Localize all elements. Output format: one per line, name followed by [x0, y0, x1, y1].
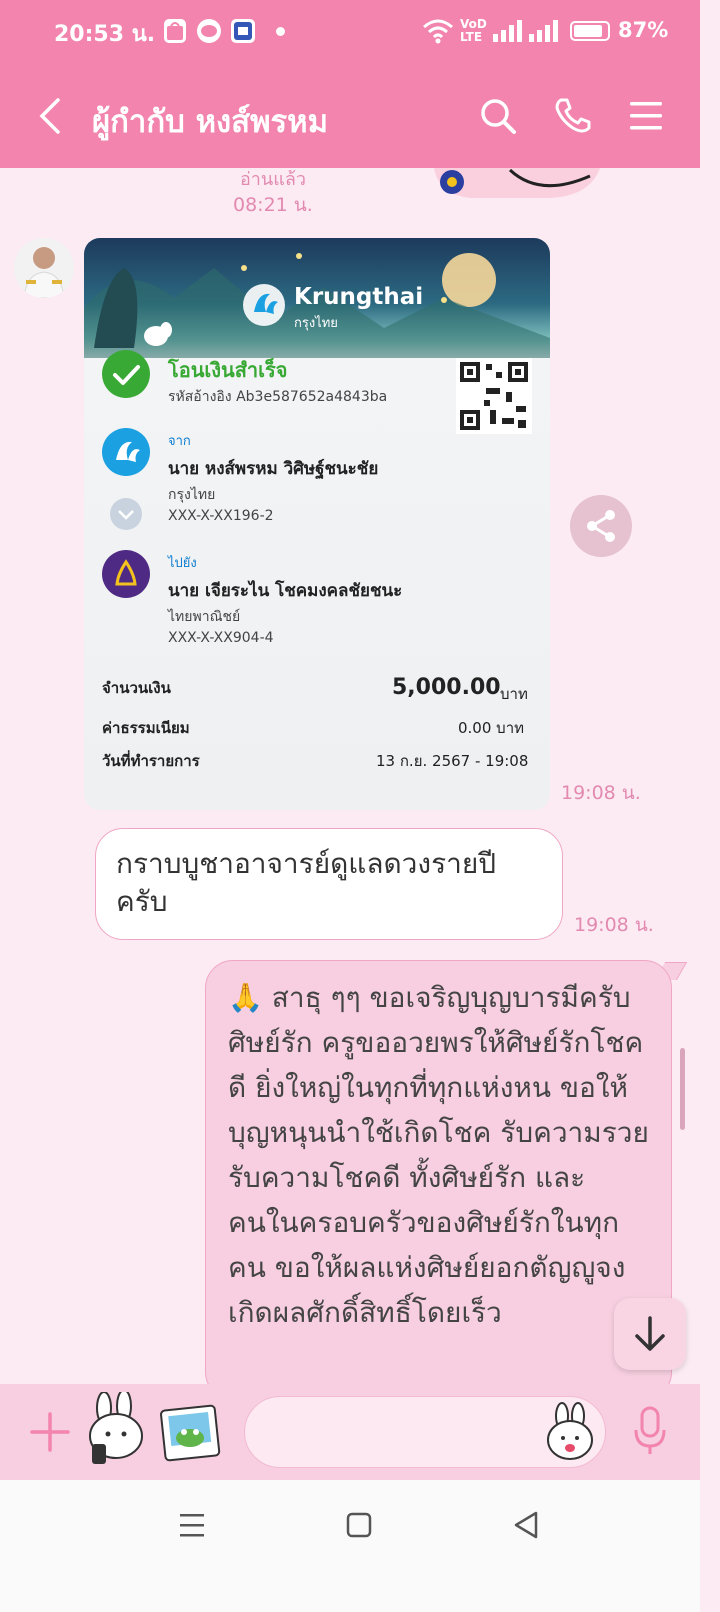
amount-currency: บาท	[500, 685, 528, 703]
from-name: นาย หงส์พรหม วิศิษฐ์ชนะชัย	[168, 459, 379, 479]
date-label: วันที่ทำรายการ	[102, 752, 200, 770]
phone-icon[interactable]	[553, 96, 593, 136]
plus-icon[interactable]	[30, 1412, 70, 1456]
emoji-icon[interactable]	[546, 1402, 594, 1466]
from-label: จาก	[168, 434, 191, 449]
status-time: 20:53 น.	[54, 22, 156, 47]
read-time: 08:21 น.	[233, 194, 313, 216]
network-type-top: VoD	[460, 17, 487, 31]
to-name: นาย เจียระไน โชคมงคลชัยชนะ	[168, 581, 403, 601]
fee-label: ค่าธรรมเนียม	[102, 719, 190, 737]
recent-apps-icon[interactable]	[178, 1512, 206, 1542]
slip-reference: รหัสอ้างอิง Ab3e587652a4843ba	[168, 389, 388, 405]
amount-label: จำนวนเงิน	[102, 679, 171, 697]
battery-icon	[570, 21, 610, 41]
from-account: XXX-X-XX196-2	[168, 508, 274, 524]
qr-code-icon	[456, 358, 532, 438]
krungthai-bank-icon	[102, 428, 150, 476]
mic-icon[interactable]	[632, 1406, 668, 1460]
slip-brand-sub: กรุงไทย	[294, 316, 338, 331]
app-notification-icon	[231, 19, 255, 43]
sticker-image[interactable]	[430, 168, 610, 204]
line-notification-icon	[197, 19, 221, 43]
scrollbar[interactable]	[680, 1048, 685, 1130]
to-label: ไปยัง	[168, 556, 197, 571]
sender-avatar[interactable]	[14, 238, 74, 298]
status-bar: 20:53 น. VoD LTE 87%	[0, 0, 700, 64]
scroll-to-bottom-button[interactable]	[614, 1298, 686, 1370]
home-icon[interactable]	[346, 1512, 372, 1542]
to-account: XXX-X-XX904-4	[168, 630, 274, 646]
incoming-timestamp: 19:08 น.	[574, 914, 654, 936]
scb-bank-icon	[102, 550, 150, 598]
slip-brand: Krungthai	[294, 284, 424, 310]
incoming-message-text: กราบบูชาอาจารย์ดูแลดวงรายปีครับ	[116, 847, 497, 918]
incoming-message-bubble[interactable]: กราบบูชาอาจารย์ดูแลดวงรายปีครับ	[95, 828, 563, 940]
sticker-icon[interactable]	[82, 1389, 150, 1472]
chevron-down-icon	[110, 498, 142, 530]
read-status: อ่านแล้ว	[240, 169, 306, 190]
top-bar: 20:53 น. VoD LTE 87% ผู้กำกับ หงส์พรหม	[0, 0, 700, 168]
shopee-notification-icon	[164, 19, 186, 43]
success-check-icon	[102, 350, 150, 398]
battery-percent: 87%	[618, 18, 669, 42]
wifi-icon	[422, 18, 454, 48]
chat-title: ผู้กำกับ หงส์พรหม	[92, 104, 329, 140]
signal-icon-2	[529, 20, 559, 46]
share-button[interactable]	[570, 495, 632, 557]
slip-timestamp: 19:08 น.	[561, 782, 641, 804]
system-nav-bar	[0, 1480, 700, 1612]
from-bank: กรุงไทย	[168, 487, 216, 503]
to-bank: ไทยพาณิชย์	[168, 609, 241, 625]
back-nav-icon[interactable]	[512, 1510, 540, 1544]
date-value: 13 ก.ย. 2567 - 19:08	[376, 752, 529, 770]
back-icon[interactable]	[36, 96, 64, 140]
fee-value: 0.00 บาท	[458, 719, 524, 737]
network-type-bottom: LTE	[460, 30, 483, 44]
search-icon[interactable]	[478, 96, 518, 136]
krungthai-logo	[240, 282, 288, 332]
photo-icon[interactable]	[160, 1402, 222, 1466]
amount-value: 5,000.00	[392, 675, 501, 700]
slip-status: โอนเงินสำเร็จ	[168, 358, 288, 382]
outgoing-message-text: 🙏 สาธุ ๆๆ ขอเจริญบุญบารมีครับศิษย์รัก คร…	[228, 981, 649, 1329]
more-notifications-dot	[276, 27, 285, 36]
signal-icon-1	[493, 20, 523, 46]
menu-icon[interactable]	[628, 96, 668, 136]
outgoing-message-bubble[interactable]: 🙏 สาธุ ๆๆ ขอเจริญบุญบารมีครับศิษย์รัก คร…	[205, 960, 672, 1400]
